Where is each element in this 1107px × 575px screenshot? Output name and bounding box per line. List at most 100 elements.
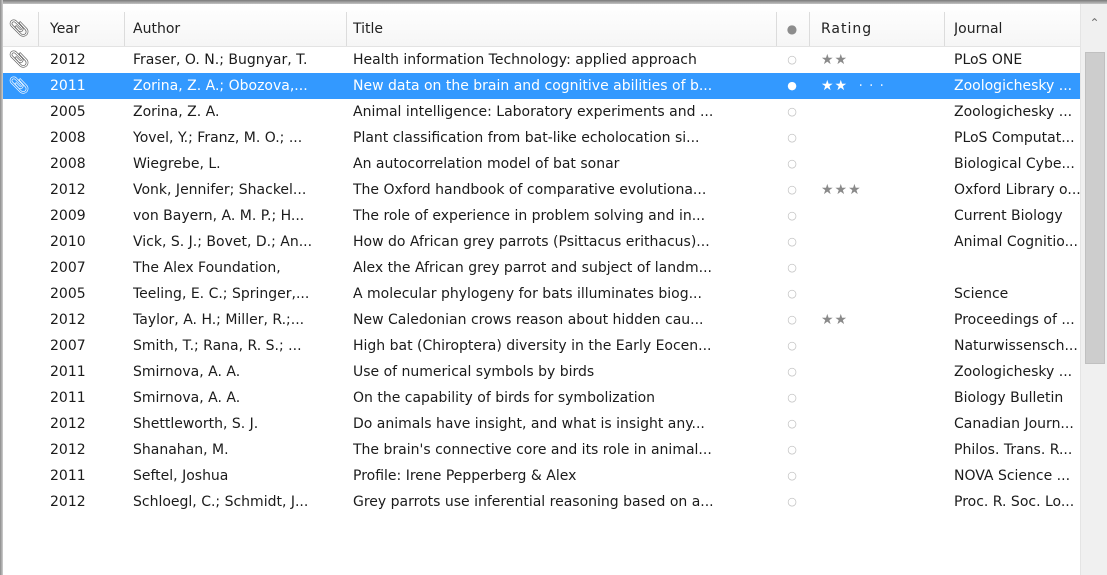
rating-cell[interactable]: [821, 437, 946, 463]
rating-cell[interactable]: [821, 281, 946, 307]
table-row[interactable]: 2012 Vonk, Jennifer; Shackel... The Oxford…: [3, 177, 1080, 203]
title-cell: Health information Technology: applied a…: [353, 52, 697, 68]
rating-cell[interactable]: [821, 411, 946, 437]
read-status-cell[interactable]: ○: [778, 151, 806, 177]
rating-cell[interactable]: [821, 203, 946, 229]
table-row[interactable]: 2007 Smith, T.; Rana, R. S.; ... High bat …: [3, 333, 1080, 359]
scrollbar-thumb[interactable]: [1085, 52, 1105, 364]
read-status-cell[interactable]: ○: [778, 177, 806, 203]
table-row[interactable]: 2009 von Bayern, A. M. P.; H... The role o…: [3, 203, 1080, 229]
chevron-up-icon[interactable]: ⌃: [1081, 16, 1107, 30]
column-divider[interactable]: [346, 12, 347, 46]
read-status-cell[interactable]: ○: [778, 47, 806, 73]
read-status-cell[interactable]: ○: [778, 385, 806, 411]
attachment-cell[interactable]: [3, 255, 35, 281]
rating-cell[interactable]: ★★: [821, 47, 946, 73]
read-status-cell[interactable]: ○: [778, 489, 806, 515]
table-row[interactable]: 📎︎ 2011 Zorina, Z. A.; Obozova,... New data…: [3, 73, 1080, 99]
attachment-cell[interactable]: [3, 463, 35, 489]
journal-cell: Philos. Trans. R...: [954, 442, 1073, 458]
rating-cell[interactable]: [821, 151, 946, 177]
rating-stars[interactable]: ★★: [821, 78, 848, 94]
rating-cell[interactable]: ★★ ···: [821, 73, 946, 99]
table-row[interactable]: 2007 The Alex Foundation, Alex the African…: [3, 255, 1080, 281]
attachment-cell[interactable]: [3, 281, 35, 307]
rating-cell[interactable]: [821, 99, 946, 125]
header-year[interactable]: Year: [50, 4, 120, 46]
table-row[interactable]: 2011 Smirnova, A. A. Use of numerical symb…: [3, 359, 1080, 385]
rating-empty-dots[interactable]: ···: [848, 78, 890, 94]
attachment-cell[interactable]: [3, 307, 35, 333]
rating-cell[interactable]: [821, 385, 946, 411]
read-status-cell[interactable]: ○: [778, 359, 806, 385]
header-attachments[interactable]: 📎︎: [3, 4, 35, 46]
read-status-cell[interactable]: ○: [778, 307, 806, 333]
rating-cell[interactable]: ★★★: [821, 177, 946, 203]
rating-cell[interactable]: [821, 489, 946, 515]
rating-cell[interactable]: [821, 463, 946, 489]
table-row[interactable]: 2008 Yovel, Y.; Franz, M. O.; ... Plant cl…: [3, 125, 1080, 151]
attachment-cell[interactable]: [3, 125, 35, 151]
table-row[interactable]: 2012 Taylor, A. H.; Miller, R.;... New Cal…: [3, 307, 1080, 333]
attachment-cell[interactable]: [3, 385, 35, 411]
read-status-cell[interactable]: ○: [778, 281, 806, 307]
read-status-cell[interactable]: ○: [778, 437, 806, 463]
rating-cell[interactable]: [821, 255, 946, 281]
rating-cell[interactable]: ★★: [821, 307, 946, 333]
attachment-cell[interactable]: [3, 151, 35, 177]
header-rating[interactable]: Rating: [821, 4, 946, 46]
attachment-cell[interactable]: [3, 203, 35, 229]
table-row[interactable]: 2005 Teeling, E. C.; Springer,... A molecu…: [3, 281, 1080, 307]
header-journal[interactable]: Journal: [954, 4, 1080, 46]
header-read-status[interactable]: ●: [778, 4, 806, 46]
attachment-cell[interactable]: [3, 229, 35, 255]
journal-cell: [954, 255, 1080, 281]
attachment-cell[interactable]: [3, 489, 35, 515]
table-row[interactable]: 2012 Schloegl, C.; Schmidt, J... Grey parr…: [3, 489, 1080, 515]
read-status-cell[interactable]: ○: [778, 463, 806, 489]
read-status-cell[interactable]: ○: [778, 411, 806, 437]
table-row[interactable]: 2011 Seftel, Joshua Profile: Irene Pepperb…: [3, 463, 1080, 489]
table-row[interactable]: 2012 Shettleworth, S. J. Do animals have i…: [3, 411, 1080, 437]
table-row[interactable]: 2012 Shanahan, M. The brain's connective c…: [3, 437, 1080, 463]
table-row[interactable]: 2010 Vick, S. J.; Bovet, D.; An... How do …: [3, 229, 1080, 255]
title-cell: An autocorrelation model of bat sonar: [353, 156, 620, 172]
read-status-cell[interactable]: ○: [778, 125, 806, 151]
read-status-cell[interactable]: ○: [778, 333, 806, 359]
table-row[interactable]: 2005 Zorina, Z. A. Animal intelligence: La…: [3, 99, 1080, 125]
read-status-cell[interactable]: ○: [778, 99, 806, 125]
column-divider[interactable]: [809, 12, 810, 46]
column-divider[interactable]: [944, 12, 945, 46]
attachment-cell[interactable]: [3, 437, 35, 463]
attachment-cell[interactable]: 📎︎: [3, 47, 35, 73]
table-row[interactable]: 2008 Wiegrebe, L. An autocorrelation model…: [3, 151, 1080, 177]
vertical-scrollbar[interactable]: ⌃: [1080, 4, 1107, 575]
read-status-cell[interactable]: ●: [778, 73, 806, 99]
attachment-cell[interactable]: [3, 411, 35, 437]
table-row[interactable]: 📎︎ 2012 Fraser, O. N.; Bugnyar, T. Health i…: [3, 47, 1080, 73]
year-cell: 2012: [50, 182, 86, 198]
title-cell: The Oxford handbook of comparative evolu…: [353, 182, 707, 198]
read-status-cell[interactable]: ○: [778, 255, 806, 281]
attachment-cell[interactable]: [3, 359, 35, 385]
column-divider[interactable]: [776, 12, 777, 46]
read-status-cell[interactable]: ○: [778, 203, 806, 229]
table-row[interactable]: 2011 Smirnova, A. A. On the capability of …: [3, 385, 1080, 411]
attachment-cell[interactable]: [3, 177, 35, 203]
references-table: 📎︎ Year Author Title ● Rating Journal 📎︎…: [3, 4, 1080, 515]
column-divider[interactable]: [124, 12, 125, 46]
journal-cell: Biological Cybe...: [954, 156, 1075, 172]
read-status-cell[interactable]: ○: [778, 229, 806, 255]
rating-cell[interactable]: [821, 359, 946, 385]
attachment-cell[interactable]: [3, 99, 35, 125]
attachment-cell[interactable]: [3, 333, 35, 359]
author-cell: Wiegrebe, L.: [133, 156, 221, 172]
header-title[interactable]: Title: [353, 4, 778, 46]
rating-cell[interactable]: [821, 333, 946, 359]
header-author[interactable]: Author: [133, 4, 348, 46]
rating-cell[interactable]: [821, 229, 946, 255]
column-divider[interactable]: [38, 12, 39, 46]
rating-cell[interactable]: [821, 125, 946, 151]
attachment-cell[interactable]: 📎︎: [3, 73, 35, 99]
year-cell: 2012: [50, 416, 86, 432]
